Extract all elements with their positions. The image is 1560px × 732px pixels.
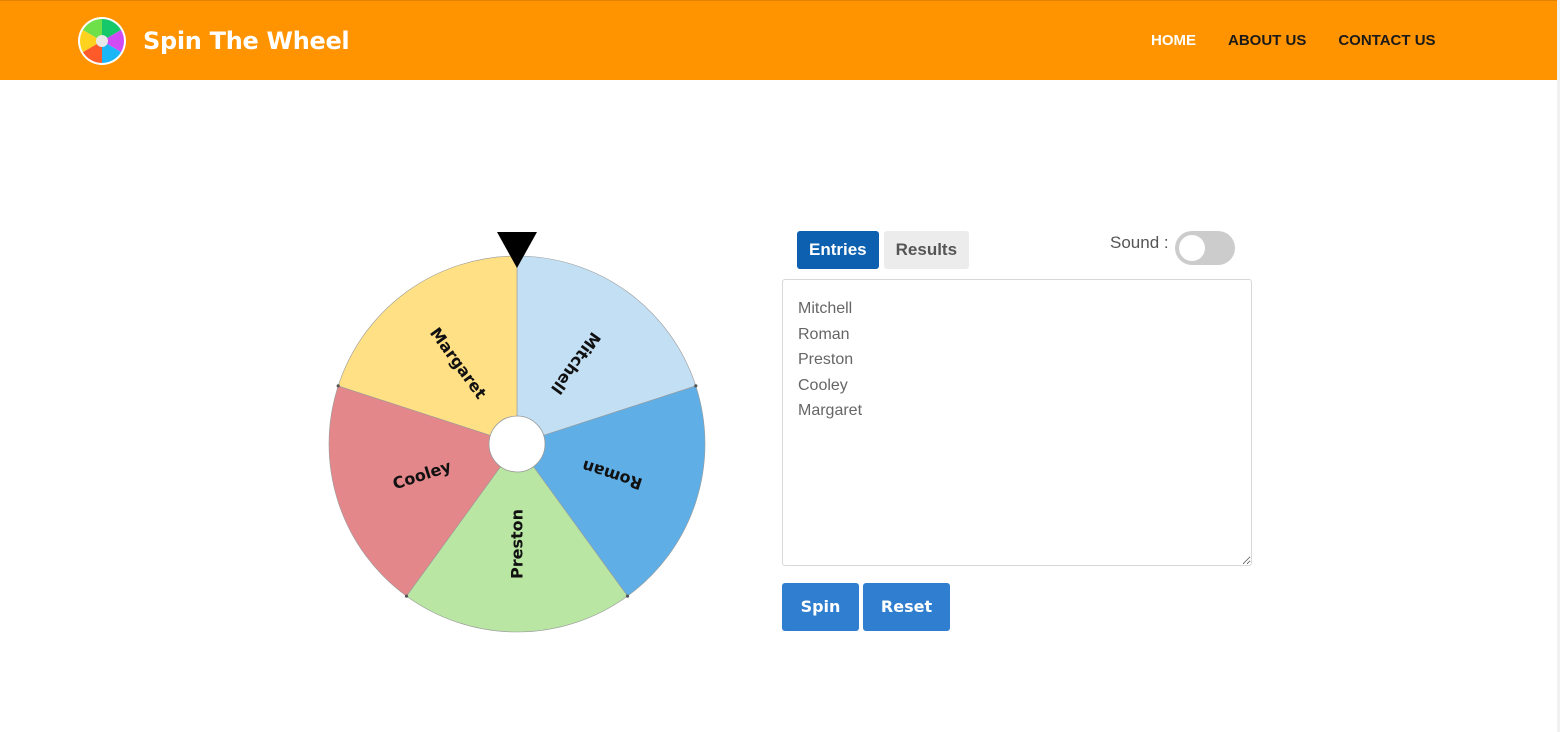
segment-edge-dot <box>625 594 630 598</box>
spin-button[interactable]: Spin <box>782 583 859 631</box>
color-wheel-logo-icon <box>78 17 126 65</box>
nav-home[interactable]: HOME <box>1151 32 1196 49</box>
segment-edge-dot <box>694 384 698 388</box>
reset-button[interactable]: Reset <box>863 583 950 631</box>
entries-textarea[interactable] <box>782 279 1252 566</box>
tab-results[interactable]: Results <box>883 231 970 269</box>
sound-setting: Sound : <box>1110 231 1235 265</box>
prize-wheel[interactable]: MitchellRomanPrestonCooleyMargaret <box>325 228 710 638</box>
action-buttons: Spin Reset <box>782 583 950 631</box>
nav-about-us[interactable]: ABOUT US <box>1228 32 1306 49</box>
nav-contact-us[interactable]: CONTACT US <box>1338 32 1435 49</box>
brand-title: Spin The Wheel <box>143 27 350 55</box>
segment-edge-dot <box>336 384 340 388</box>
toggle-knob <box>1178 235 1205 261</box>
segment-edge-dot <box>404 594 409 598</box>
brand[interactable]: Spin The Wheel <box>77 16 350 66</box>
top-navbar: Spin The Wheel HOME ABOUT US CONTACT US <box>0 0 1557 80</box>
main-nav: HOME ABOUT US CONTACT US <box>1151 32 1468 49</box>
wheel-segment-label: Preston <box>508 509 527 579</box>
entries-panel: Entries Results Sound : Spin Reset <box>782 231 1252 631</box>
sound-label: Sound : <box>1110 233 1169 252</box>
tab-entries[interactable]: Entries <box>797 231 879 269</box>
wheel-center-hub[interactable] <box>488 415 546 473</box>
sound-toggle[interactable] <box>1174 231 1235 265</box>
wheel-container[interactable]: Mitchell Roman Preston Cooley Margaret <box>325 228 710 638</box>
